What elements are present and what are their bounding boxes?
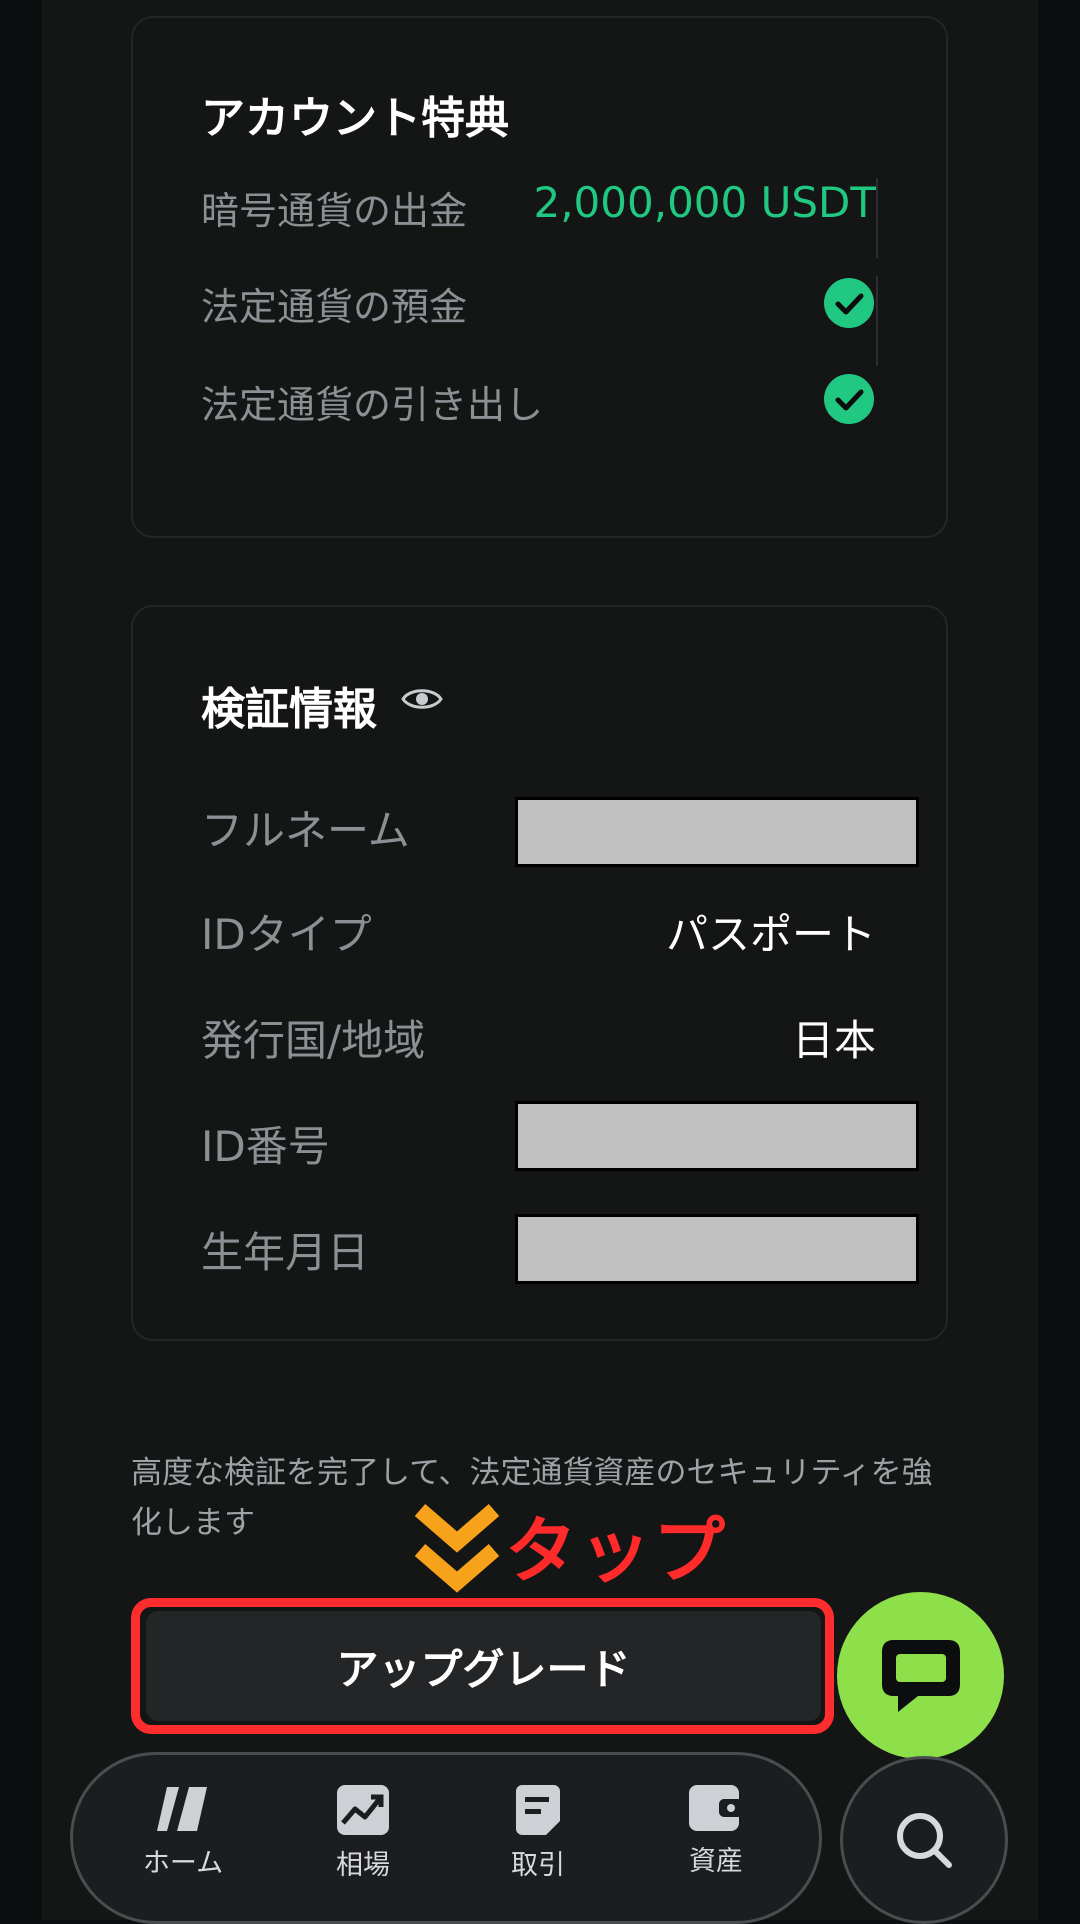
benefit-value-crypto-withdrawal: 2,000,000 USDT [533, 178, 876, 227]
label-issuing-country: 発行国/地域 [201, 1016, 426, 1065]
nav-item-assets[interactable]: 資産 [651, 1785, 781, 1878]
nav-item-market[interactable]: 相場 [298, 1785, 428, 1882]
chat-bubble-icon [881, 1639, 960, 1712]
chat-button[interactable] [837, 1592, 1004, 1759]
benefit-label-fiat-deposit: 法定通貨の預金 [201, 285, 468, 329]
nav-item-home[interactable]: ホーム [118, 1785, 248, 1880]
nav-item-trade[interactable]: 取引 [473, 1785, 603, 1882]
trade-icon [516, 1785, 560, 1835]
divider [876, 178, 878, 258]
nav-label-home: ホーム [142, 1848, 224, 1879]
bottom-nav: ホーム 相場 取引 資産 [70, 1752, 822, 1924]
account-benefits-card: アカウント特典 暗号通貨の出金 2,000,000 USDT 法定通貨の預金 法… [131, 16, 948, 538]
chart-icon [337, 1785, 389, 1835]
double-chevron-down-icon [414, 1503, 500, 1593]
wallet-icon [689, 1785, 743, 1831]
benefit-label-fiat-withdrawal: 法定通貨の引き出し [201, 383, 544, 427]
label-birth-date: 生年月日 [201, 1228, 370, 1277]
divider [876, 276, 878, 366]
label-id-type: IDタイプ [201, 910, 372, 959]
search-icon [897, 1813, 952, 1868]
tap-annotation: タップ [505, 1509, 728, 1593]
value-issuing-country: 日本 [791, 1016, 876, 1065]
nav-label-assets: 資産 [689, 1846, 743, 1877]
value-id-type: パスポート [665, 910, 876, 959]
upgrade-button[interactable]: アップグレード [146, 1611, 821, 1721]
nav-label-market: 相場 [336, 1850, 390, 1881]
label-id-number: ID番号 [201, 1122, 330, 1171]
verification-info-card: 検証情報 フルネーム IDタイプ パスポート 発行国/地域 日本 ID番号 生年… [131, 605, 948, 1341]
redacted-full-name [515, 797, 919, 867]
nav-label-trade: 取引 [511, 1850, 565, 1881]
search-button[interactable] [840, 1756, 1008, 1924]
label-full-name: フルネーム [201, 806, 410, 855]
home-icon [157, 1787, 207, 1831]
benefit-label-crypto-withdrawal: 暗号通貨の出金 [201, 189, 468, 233]
benefits-title: アカウント特典 [201, 93, 509, 144]
eye-icon[interactable] [401, 683, 443, 715]
check-circle-icon [824, 278, 874, 328]
verification-title: 検証情報 [201, 684, 377, 735]
check-circle-icon [824, 374, 874, 424]
redacted-id-number [515, 1101, 919, 1171]
redacted-birth-date [515, 1214, 919, 1284]
